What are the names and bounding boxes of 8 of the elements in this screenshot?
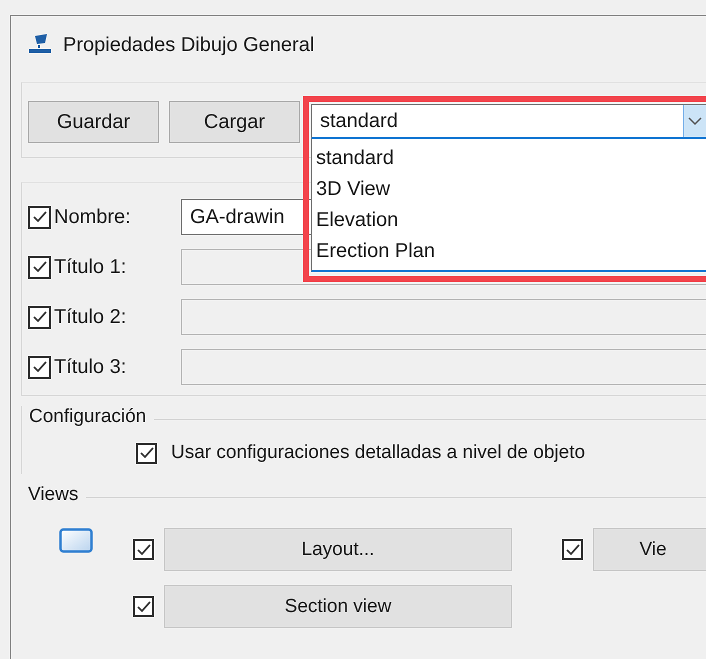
group-title: Configuración: [28, 406, 146, 428]
section-title: Views: [27, 484, 78, 506]
window-title: Propiedades Dibujo General: [63, 34, 314, 56]
field-label: Nombre:: [54, 206, 132, 228]
field-label: Título 3:: [54, 356, 128, 378]
field-label: Título 2:: [54, 306, 128, 328]
option-label: Usar configuraciones detalladas a nivel de objeto: [171, 442, 586, 464]
field-label: Título 1:: [54, 256, 128, 278]
